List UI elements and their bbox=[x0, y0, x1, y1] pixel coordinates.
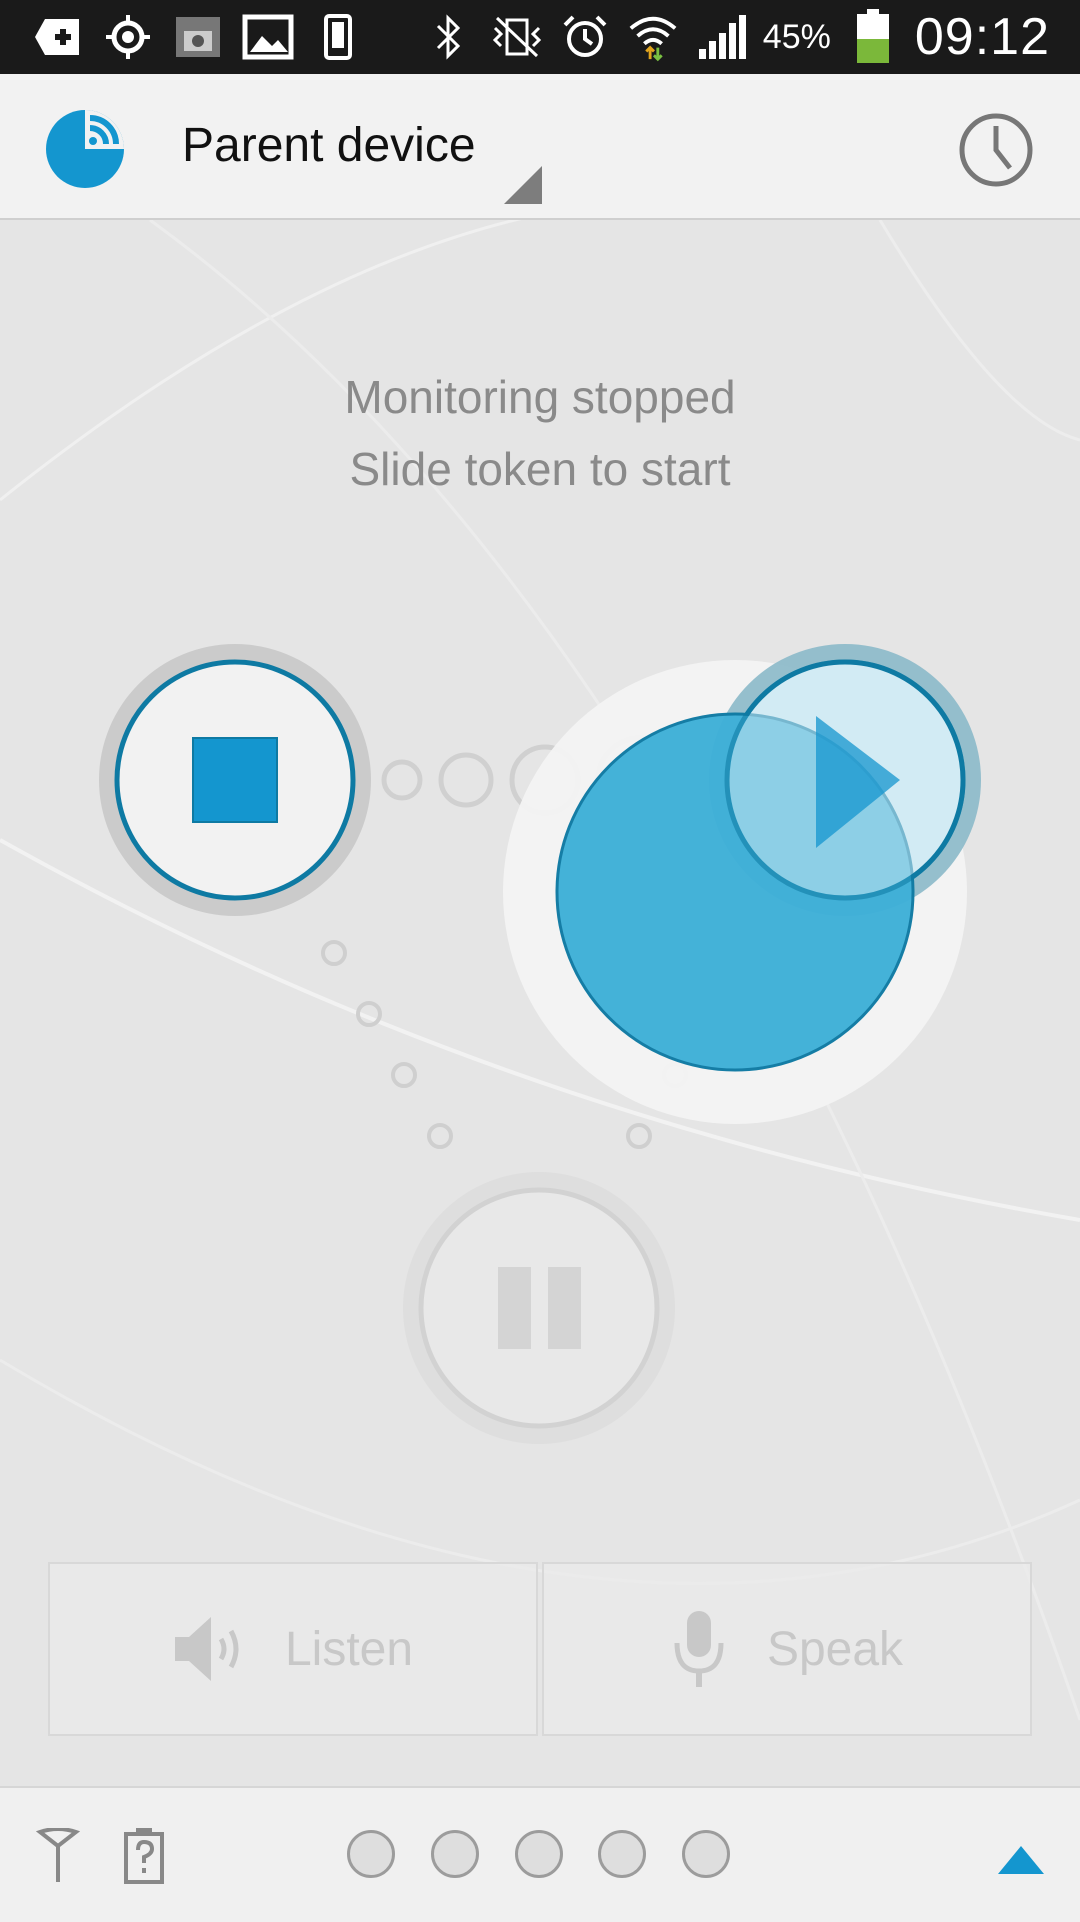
expand-up-icon[interactable] bbox=[998, 1846, 1044, 1874]
stop-button[interactable] bbox=[99, 644, 371, 916]
page-indicator-dot[interactable] bbox=[598, 1830, 646, 1878]
track-dot bbox=[626, 1123, 652, 1149]
alarm-icon bbox=[559, 11, 611, 63]
signal-icon bbox=[695, 11, 747, 63]
bluetooth-icon bbox=[423, 11, 475, 63]
track-dot bbox=[356, 1001, 382, 1027]
page-indicator-dot[interactable] bbox=[347, 1830, 395, 1878]
monitor-panel: Monitoring stopped Slide token to start bbox=[0, 220, 1080, 1786]
device-selector-title[interactable]: Parent device bbox=[182, 118, 476, 173]
track-dot bbox=[321, 940, 347, 966]
track-dot bbox=[381, 759, 423, 801]
track-dot bbox=[427, 1123, 453, 1149]
add-icon bbox=[32, 11, 84, 63]
dropdown-triangle-icon[interactable] bbox=[504, 166, 542, 204]
phone-icon bbox=[312, 11, 364, 63]
speak-label: Speak bbox=[766, 1622, 904, 1676]
gps-icon bbox=[102, 11, 154, 63]
page-indicator-dot[interactable] bbox=[682, 1830, 730, 1878]
app-bar: Parent device bbox=[0, 74, 1080, 220]
clock-icon bbox=[959, 113, 1033, 187]
microphone-icon bbox=[674, 1611, 724, 1687]
listen-label: Listen bbox=[284, 1622, 414, 1676]
battery-percent: 45% bbox=[762, 17, 831, 56]
speaker-icon bbox=[174, 1617, 239, 1681]
stop-icon bbox=[192, 737, 278, 823]
screenshot-icon bbox=[172, 11, 224, 63]
vibrate-icon bbox=[491, 11, 543, 63]
track-dot bbox=[391, 1062, 417, 1088]
status-bar: 45% 09:12 bbox=[0, 0, 1080, 74]
speak-button[interactable]: Speak bbox=[542, 1562, 1032, 1736]
pause-icon bbox=[498, 1267, 531, 1349]
wifi-icon bbox=[627, 11, 679, 63]
antenna-icon bbox=[35, 1827, 81, 1884]
bottom-bar bbox=[0, 1786, 1080, 1922]
gallery-icon bbox=[242, 11, 294, 63]
page-indicator-dot[interactable] bbox=[515, 1830, 563, 1878]
app-logo-icon bbox=[44, 108, 126, 190]
pause-button[interactable] bbox=[403, 1172, 675, 1444]
track-dot bbox=[438, 752, 494, 808]
history-clock-button[interactable] bbox=[956, 110, 1036, 190]
status-clock: 09:12 bbox=[914, 8, 1050, 66]
battery-icon bbox=[847, 9, 899, 63]
page-indicator-dot[interactable] bbox=[431, 1830, 479, 1878]
slide-control bbox=[99, 644, 981, 1444]
battery-unknown-icon bbox=[122, 1826, 166, 1884]
listen-button[interactable]: Listen bbox=[48, 1562, 538, 1736]
